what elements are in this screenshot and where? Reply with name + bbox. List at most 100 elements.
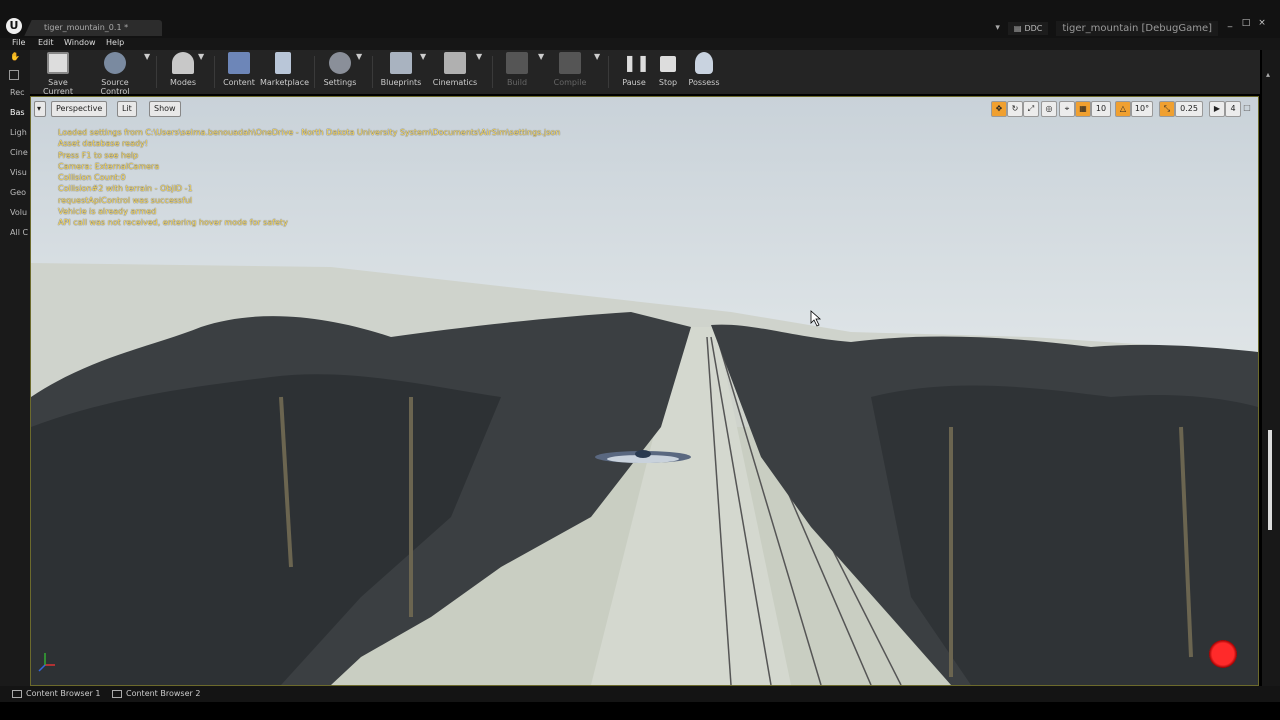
pause-button[interactable]: ❚❚ Pause [616, 52, 652, 87]
world-local-icon[interactable]: ◎ [1041, 101, 1057, 117]
show-label: Show [154, 104, 176, 113]
maximize-button[interactable]: □ [1240, 18, 1252, 28]
rotate-snap-icon[interactable]: △ [1115, 101, 1131, 117]
save-current-button[interactable]: Save Current [34, 52, 82, 96]
log-line: Camera: ExternalCamera [58, 161, 160, 171]
lit-mode-button[interactable]: Lit [117, 101, 137, 117]
viewport-options-button[interactable]: ▾ [34, 101, 46, 117]
modes-label: Modes [170, 78, 196, 87]
blueprints-icon [390, 52, 412, 74]
separator [492, 56, 493, 88]
surface-snap-icon[interactable]: ⌖ [1059, 101, 1075, 117]
search-icon[interactable] [9, 70, 19, 80]
category-cinematic[interactable]: Cine [10, 148, 28, 157]
stop-button[interactable]: Stop [650, 52, 686, 87]
marketplace-button[interactable]: Marketplace [260, 52, 310, 87]
level-viewport[interactable]: ▾ Perspective Lit Show ✥ ↻ ⤢ ◎ ⌖ ▦ 10 △ … [30, 96, 1259, 686]
category-volumes[interactable]: Volu [10, 208, 27, 217]
show-button[interactable]: Show [149, 101, 181, 117]
bottom-bar: Content Browser 1 Content Browser 2 [0, 686, 1280, 702]
cinematics-icon [444, 52, 466, 74]
cinematics-button[interactable]: Cinematics [432, 52, 478, 87]
grid-snap-value[interactable]: 10 [1091, 101, 1111, 117]
source-control-dropdown-icon[interactable]: ▼ [144, 52, 150, 61]
settings-button[interactable]: Settings [320, 52, 360, 87]
separator [314, 56, 315, 88]
compile-icon [559, 52, 581, 74]
menu-edit[interactable]: Edit [38, 38, 54, 47]
source-control-icon [104, 52, 126, 74]
menu-help[interactable]: Help [106, 38, 124, 47]
compile-button[interactable]: Compile [548, 52, 592, 87]
camera-speed-icon[interactable]: ▶ [1209, 101, 1225, 117]
marketplace-icon [275, 52, 291, 74]
compile-dropdown-icon[interactable]: ▼ [594, 52, 600, 61]
modes-dropdown-icon[interactable]: ▼ [198, 52, 204, 61]
category-basic[interactable]: Bas [10, 108, 25, 117]
ddc-indicator[interactable]: ▤ DDC [1007, 21, 1049, 35]
camera-speed-value[interactable]: 4 [1225, 101, 1241, 117]
content-browser-2-label: Content Browser 2 [126, 689, 201, 698]
scale-tool-icon[interactable]: ⤢ [1023, 101, 1039, 117]
perspective-button[interactable]: Perspective [51, 101, 108, 117]
level-tab[interactable]: tiger_mountain_0.1 * [34, 20, 162, 36]
pause-icon: ❚❚ [623, 53, 650, 72]
maximize-viewport-icon[interactable]: □ [1243, 101, 1251, 115]
menu-file[interactable]: File [12, 38, 25, 47]
log-line: Asset database ready! [58, 139, 148, 149]
cinematics-label: Cinematics [432, 78, 478, 87]
settings-label: Settings [323, 78, 357, 87]
scrollbar[interactable] [1268, 430, 1272, 530]
grid-snap-icon[interactable]: ▦ [1075, 101, 1091, 117]
source-control-label: Source Control [100, 78, 130, 96]
scale-snap-icon[interactable]: ⤡ [1159, 101, 1175, 117]
blueprints-button[interactable]: Blueprints [380, 52, 422, 87]
blueprints-dropdown-icon[interactable]: ▼ [420, 52, 426, 61]
scale-snap-value[interactable]: 0.25 [1175, 101, 1203, 117]
modes-panel: ✋ Rec Bas Ligh Cine Visu Geo Volu All C [0, 50, 30, 686]
build-button[interactable]: Build [498, 52, 536, 87]
settings-dropdown-icon[interactable]: ▼ [356, 52, 362, 61]
category-all-classes[interactable]: All C [10, 228, 28, 237]
stop-label: Stop [658, 78, 678, 87]
category-geometry[interactable]: Geo [10, 188, 26, 197]
source-control-button[interactable]: Source Control [86, 52, 144, 96]
category-recent[interactable]: Rec [10, 88, 25, 97]
save-current-label: Save Current [42, 78, 74, 96]
translate-tool-icon[interactable]: ✥ [991, 101, 1007, 117]
content-browser-icon [12, 690, 22, 698]
category-lights[interactable]: Ligh [10, 128, 27, 137]
modes-button[interactable]: Modes [164, 52, 202, 87]
rotate-tool-icon[interactable]: ↻ [1007, 101, 1023, 117]
save-icon [47, 52, 69, 74]
place-mode-icon[interactable]: ✋ [10, 52, 20, 61]
content-icon [228, 52, 250, 74]
cinematics-dropdown-icon[interactable]: ▼ [476, 52, 482, 61]
content-browser-1-label: Content Browser 1 [26, 689, 101, 698]
log-line: API call was not received, entering hove… [58, 218, 288, 228]
lit-label: Lit [122, 104, 132, 113]
possess-button[interactable]: Possess [684, 52, 724, 87]
ddc-label: DDC [1024, 23, 1043, 33]
category-visual[interactable]: Visu [10, 168, 27, 177]
close-button[interactable]: × [1256, 18, 1268, 28]
settings-gear-icon [329, 52, 351, 74]
menu-window[interactable]: Window [64, 38, 96, 47]
minimize-button[interactable]: _ [1224, 18, 1236, 28]
content-browser-2-tab[interactable]: Content Browser 2 [112, 688, 200, 700]
rotate-snap-value[interactable]: 10° [1131, 101, 1153, 117]
log-line: Collision#2 with terrain - ObjID -1 [58, 184, 193, 194]
details-panel-edge: ▴ [1262, 50, 1280, 686]
record-button[interactable] [1209, 640, 1237, 668]
menu-bar: File Edit Window Help [0, 38, 1280, 50]
build-dropdown-icon[interactable]: ▼ [538, 52, 544, 61]
separator [372, 56, 373, 88]
blueprints-label: Blueprints [380, 78, 422, 87]
marketplace-label: Marketplace [260, 78, 310, 87]
content-browser-1-tab[interactable]: Content Browser 1 [12, 688, 100, 700]
log-line: Vehicle is already armed [58, 207, 157, 217]
unreal-logo-icon[interactable]: U [6, 18, 22, 34]
notification-icon[interactable]: ▾ [995, 23, 1000, 33]
scroll-up-icon[interactable]: ▴ [1266, 70, 1270, 79]
content-button[interactable]: Content [220, 52, 258, 87]
